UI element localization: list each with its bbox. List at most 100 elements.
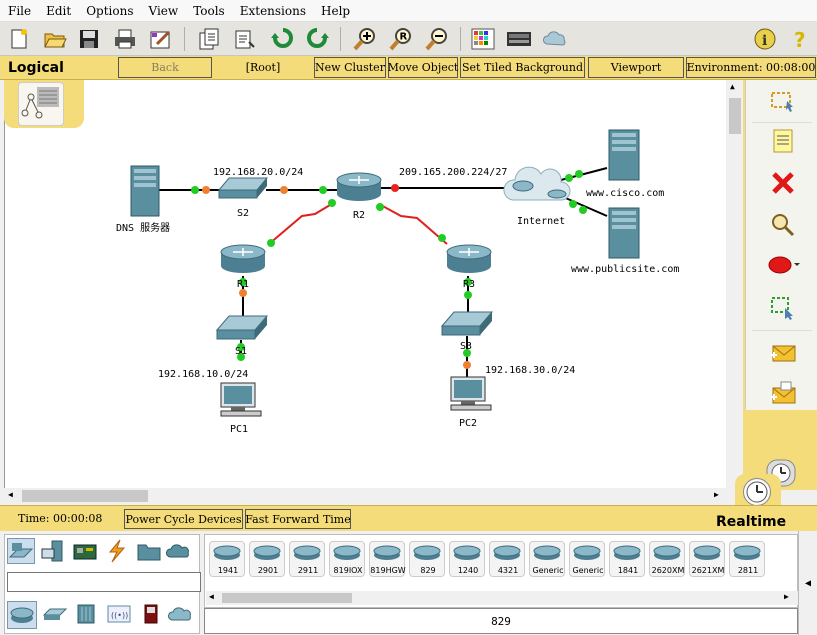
- svg-text:R: R: [400, 32, 408, 43]
- info-icon[interactable]: i: [752, 26, 778, 52]
- fast-forward-time-button[interactable]: Fast Forward Time: [245, 509, 351, 529]
- s2-label: S2: [237, 208, 249, 219]
- model-2620xm[interactable]: 2620XM: [649, 541, 685, 577]
- canvas-vertical-scrollbar[interactable]: ▲: [727, 80, 743, 488]
- model-4321[interactable]: 4321: [489, 541, 525, 577]
- menu-edit[interactable]: Edit: [46, 4, 71, 18]
- model-generic-2[interactable]: Generic: [569, 541, 605, 577]
- note-tool-icon[interactable]: [766, 126, 800, 156]
- model-1841[interactable]: 1841: [609, 541, 645, 577]
- canvas-horizontal-scrollbar[interactable]: ◀ ▶: [4, 488, 730, 504]
- network-canvas[interactable]: 192.168.20.0/24 209.165.200.224/27 192.1…: [4, 80, 726, 488]
- model-2911[interactable]: 2911: [289, 541, 325, 577]
- add-complex-pdu-icon[interactable]: [766, 378, 800, 408]
- inspect-tool-icon[interactable]: [766, 210, 800, 240]
- model-1240[interactable]: 1240: [449, 541, 485, 577]
- switch-s1-device[interactable]: [215, 315, 269, 340]
- cisco-server-label: www.cisco.com: [586, 188, 664, 199]
- model-819hgw[interactable]: 819HGW: [369, 541, 406, 577]
- realtime-clock-icon[interactable]: [743, 478, 771, 506]
- zoom-reset-icon[interactable]: R: [388, 26, 414, 52]
- undo-icon[interactable]: [270, 26, 296, 52]
- select-tool-icon[interactable]: [766, 86, 800, 116]
- cluster-cloud-icon[interactable]: [542, 26, 568, 52]
- activity-wizard-icon[interactable]: [148, 26, 174, 52]
- logical-topology-icon: [18, 82, 64, 126]
- multiuser-category-icon[interactable]: [165, 538, 193, 564]
- workspace-title: Logical: [8, 60, 64, 76]
- zoom-in-icon[interactable]: [352, 26, 378, 52]
- resize-shape-tool-icon[interactable]: [766, 292, 800, 322]
- model-list-scrollbar[interactable]: ◀ ▶: [206, 591, 798, 605]
- expand-panel-arrow-icon[interactable]: ◀: [798, 531, 817, 635]
- network-label-wan: 209.165.200.224/27: [399, 167, 507, 178]
- device-type-display: [7, 572, 201, 592]
- tool-palette: [743, 80, 817, 490]
- model-list-scroll-thumb[interactable]: [222, 593, 352, 603]
- device-category-box: ((•)): [4, 534, 201, 634]
- zoom-out-icon[interactable]: [424, 26, 450, 52]
- paste-icon[interactable]: [232, 26, 258, 52]
- wireless-subcategory-icon[interactable]: ((•)): [105, 601, 133, 627]
- menu-tools[interactable]: Tools: [193, 4, 225, 18]
- publicsite-server-device[interactable]: [608, 207, 640, 259]
- vertical-scroll-thumb[interactable]: [729, 98, 741, 134]
- menu-file[interactable]: File: [8, 4, 31, 18]
- internet-cloud-device[interactable]: [503, 166, 571, 201]
- switch-s2-device[interactable]: [217, 177, 269, 199]
- cisco-server-device[interactable]: [608, 129, 640, 181]
- menu-extensions[interactable]: Extensions: [240, 4, 306, 18]
- copy-icon[interactable]: [196, 26, 222, 52]
- svg-text:((•)): ((•)): [111, 611, 128, 620]
- draw-ellipse-tool-icon[interactable]: [766, 250, 800, 280]
- move-object-button[interactable]: Move Object: [388, 57, 458, 78]
- logical-view-tab[interactable]: [4, 80, 84, 128]
- add-simple-pdu-icon[interactable]: [766, 338, 800, 368]
- palette-icon[interactable]: [470, 26, 496, 52]
- hubs-subcategory-icon[interactable]: [73, 601, 101, 627]
- menu-view[interactable]: View: [149, 4, 179, 18]
- security-subcategory-icon[interactable]: [137, 601, 165, 627]
- wan-emulation-subcategory-icon[interactable]: [167, 601, 195, 627]
- network-devices-category-icon[interactable]: [7, 538, 35, 564]
- model-2811[interactable]: 2811: [729, 541, 765, 577]
- new-cluster-button[interactable]: New Cluster: [314, 57, 386, 78]
- print-icon[interactable]: [112, 26, 138, 52]
- pc1-device[interactable]: [220, 382, 262, 417]
- components-category-icon[interactable]: [71, 538, 99, 564]
- miscellaneous-category-icon[interactable]: [135, 538, 163, 564]
- router-r1-device[interactable]: [220, 244, 266, 273]
- router-r2-device[interactable]: [336, 172, 382, 201]
- menu-options[interactable]: Options: [86, 4, 133, 18]
- dns-server-device[interactable]: [130, 165, 160, 217]
- model-2901[interactable]: 2901: [249, 541, 285, 577]
- delete-tool-icon[interactable]: [766, 168, 800, 198]
- router-r3-device[interactable]: [446, 244, 492, 273]
- model-2621xm[interactable]: 2621XM: [689, 541, 725, 577]
- power-cycle-devices-button[interactable]: Power Cycle Devices: [124, 509, 243, 529]
- end-devices-category-icon[interactable]: [39, 538, 67, 564]
- switches-subcategory-icon[interactable]: [41, 601, 69, 627]
- model-829[interactable]: 829: [409, 541, 445, 577]
- connections-category-icon[interactable]: [103, 538, 131, 564]
- menu-help[interactable]: Help: [321, 4, 350, 18]
- routers-subcategory-icon[interactable]: [7, 601, 37, 629]
- new-file-icon[interactable]: [6, 26, 32, 52]
- help-icon[interactable]: ?: [788, 26, 814, 52]
- custom-device-icon[interactable]: [506, 26, 532, 52]
- back-button[interactable]: Back: [118, 57, 212, 78]
- set-tiled-background-button[interactable]: Set Tiled Background: [460, 57, 585, 78]
- save-icon[interactable]: [76, 26, 102, 52]
- viewport-button[interactable]: Viewport: [588, 57, 684, 78]
- environment-button[interactable]: Environment: 00:08:00: [686, 57, 816, 78]
- s3-label: S3: [460, 341, 472, 352]
- horizontal-scroll-thumb[interactable]: [22, 490, 148, 502]
- model-generic-1[interactable]: Generic: [529, 541, 565, 577]
- switch-s3-device[interactable]: [440, 311, 494, 336]
- redo-icon[interactable]: [304, 26, 330, 52]
- open-folder-icon[interactable]: [42, 26, 68, 52]
- root-breadcrumb[interactable]: [Root]: [214, 57, 312, 78]
- model-1941[interactable]: 1941: [209, 541, 245, 577]
- model-819iox[interactable]: 819IOX: [329, 541, 365, 577]
- pc2-device[interactable]: [450, 376, 492, 411]
